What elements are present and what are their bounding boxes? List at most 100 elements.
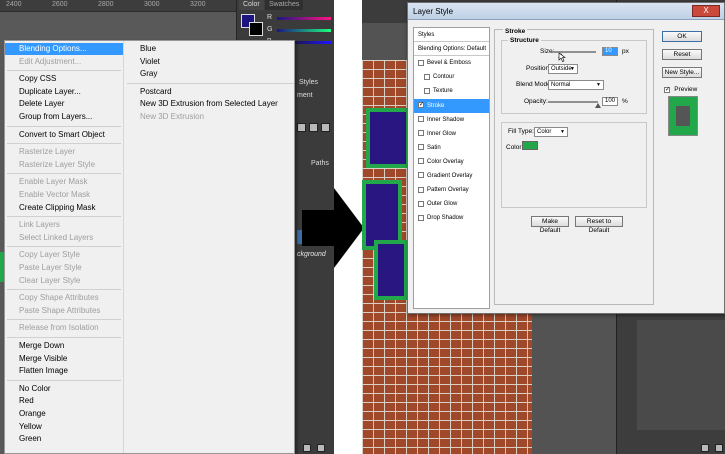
menu-item[interactable]: Postcard (125, 86, 296, 98)
style-label: Color Overlay (427, 158, 464, 165)
tab-adjustment[interactable]: ment (297, 92, 313, 99)
style-list-item[interactable]: Bevel & Emboss (414, 56, 489, 70)
opacity-input[interactable]: 100 (602, 97, 618, 106)
menu-item[interactable]: Blue (125, 43, 296, 55)
menu-item[interactable]: Red (5, 395, 123, 407)
blend-mode-select[interactable]: Normal ▼ (548, 80, 604, 90)
menu-item[interactable]: Gray (125, 68, 296, 80)
style-list-item[interactable]: Gradient Overlay (414, 169, 489, 183)
preview-checkbox-row[interactable]: ✓ Preview (664, 84, 698, 93)
menu-separator (7, 216, 121, 218)
menu-item: Link Layers (19, 220, 60, 230)
tab-swatches[interactable]: Swatches (265, 0, 304, 10)
menu-item[interactable]: No Color (5, 383, 123, 395)
style-checkbox[interactable] (424, 87, 430, 94)
menu-separator (7, 379, 121, 381)
background-color-swatch[interactable] (249, 22, 263, 36)
style-list-item[interactable]: Drop Shadow (414, 211, 489, 225)
make-default-button[interactable]: Make Default (531, 216, 569, 234)
menu-item: Select Linked Layers (19, 232, 94, 242)
menu-item[interactable]: Yellow (5, 421, 123, 433)
green-slider[interactable] (277, 29, 331, 32)
style-checkbox[interactable] (418, 172, 424, 179)
fill-type-value: Color (537, 129, 552, 135)
adjustment-icon[interactable] (321, 123, 330, 132)
red-slider[interactable] (277, 17, 331, 20)
mouse-cursor-icon (558, 52, 566, 62)
context-menu-column-1: Blending Options... Edit Adjustment... Cop… (5, 41, 124, 453)
menu-item[interactable]: New 3D Extrusion from Selected Layer (125, 98, 296, 110)
close-button[interactable]: X (692, 5, 720, 17)
ok-button[interactable]: OK (662, 31, 702, 42)
menu-item[interactable]: Duplicate Layer... (5, 86, 123, 98)
style-list-item[interactable]: Inner Shadow (414, 113, 489, 127)
menu-item[interactable]: Orange (5, 408, 123, 420)
position-select[interactable]: Outside ▼ (548, 64, 578, 74)
new-layer-icon[interactable] (303, 444, 311, 452)
menu-separator (7, 319, 121, 321)
tab-styles[interactable]: Styles (299, 79, 318, 86)
adjustment-icon[interactable] (309, 123, 318, 132)
new-style-button[interactable]: New Style... (662, 67, 702, 78)
menu-item[interactable]: Merge Visible (5, 353, 123, 365)
style-list-item[interactable]: ✓ Stroke (414, 98, 489, 113)
style-checkbox[interactable] (418, 116, 424, 123)
fill-type-select[interactable]: Color ▼ (534, 127, 568, 137)
style-list-item[interactable]: Pattern Overlay (414, 183, 489, 197)
menu-item[interactable]: Copy CSS (5, 73, 123, 85)
chevron-down-icon: ▼ (570, 66, 575, 72)
menu-separator (7, 246, 121, 248)
style-list-item[interactable]: Styles (414, 28, 489, 42)
structure-group: Structure Size: 10 px Position: Outside … (501, 37, 647, 114)
menu-separator (7, 143, 121, 145)
menu-item[interactable]: Delete Layer (5, 98, 123, 110)
opacity-slider[interactable] (548, 101, 598, 103)
style-checkbox[interactable] (418, 144, 424, 151)
style-checkbox[interactable] (418, 214, 424, 221)
menu-item[interactable]: Flatten Image (5, 365, 123, 377)
menu-item: Enable Vector Mask (19, 190, 91, 199)
tab-color[interactable]: Color (239, 0, 264, 10)
menu-separator (127, 82, 294, 84)
menu-item: New 3D Extrusion (140, 112, 205, 121)
menu-item[interactable]: Convert to Smart Object (5, 129, 123, 141)
style-list-item[interactable]: Color Overlay (414, 155, 489, 169)
style-list-item[interactable]: Contour (414, 70, 489, 84)
tab-paths[interactable]: Paths (311, 160, 329, 167)
reset-to-default-button[interactable]: Reset to Default (575, 216, 623, 234)
menu-item[interactable]: Create Clipping Mask (5, 202, 123, 214)
menu-item: Rasterize Layer (19, 147, 76, 157)
style-checkbox[interactable]: ✓ (418, 101, 424, 108)
style-list-item[interactable]: Outer Glow (414, 197, 489, 211)
style-checkbox[interactable] (418, 59, 424, 66)
stroke-color-swatch[interactable] (522, 141, 538, 150)
trash-icon[interactable] (317, 444, 325, 452)
adjustment-icon[interactable] (297, 123, 306, 132)
style-checkbox[interactable] (418, 200, 424, 207)
reset-button[interactable]: Reset (662, 49, 702, 60)
size-input[interactable]: 10 (602, 47, 618, 56)
style-label: Drop Shadow (427, 215, 464, 222)
style-list-item[interactable]: Texture (414, 84, 489, 98)
style-list-item[interactable]: Satin (414, 141, 489, 155)
style-list-item[interactable]: Inner Glow (414, 127, 489, 141)
menu-item[interactable]: Group from Layers... (5, 111, 123, 123)
style-checkbox[interactable] (418, 186, 424, 193)
layer-context-menu: Blending Options... Edit Adjustment... Cop… (4, 40, 295, 454)
style-checkbox[interactable] (424, 73, 430, 80)
menu-item[interactable]: Violet (125, 56, 296, 68)
opacity-slider-knob[interactable] (595, 103, 601, 108)
preview-checkbox[interactable]: ✓ (664, 87, 670, 93)
style-label: Stroke (427, 102, 445, 109)
style-list-item[interactable]: Blending Options: Default (414, 42, 489, 57)
menu-item[interactable]: Merge Down (5, 340, 123, 352)
style-checkbox[interactable] (418, 158, 424, 165)
trash-icon[interactable] (715, 444, 723, 452)
menu-separator (7, 125, 121, 127)
style-checkbox[interactable] (418, 130, 424, 137)
menu-item[interactable]: Blending Options... (5, 43, 123, 55)
menu-item[interactable]: Green (5, 433, 123, 445)
ruler-label: 2800 (98, 1, 114, 8)
preview-label: Preview (674, 86, 698, 93)
new-layer-icon[interactable] (701, 444, 709, 452)
